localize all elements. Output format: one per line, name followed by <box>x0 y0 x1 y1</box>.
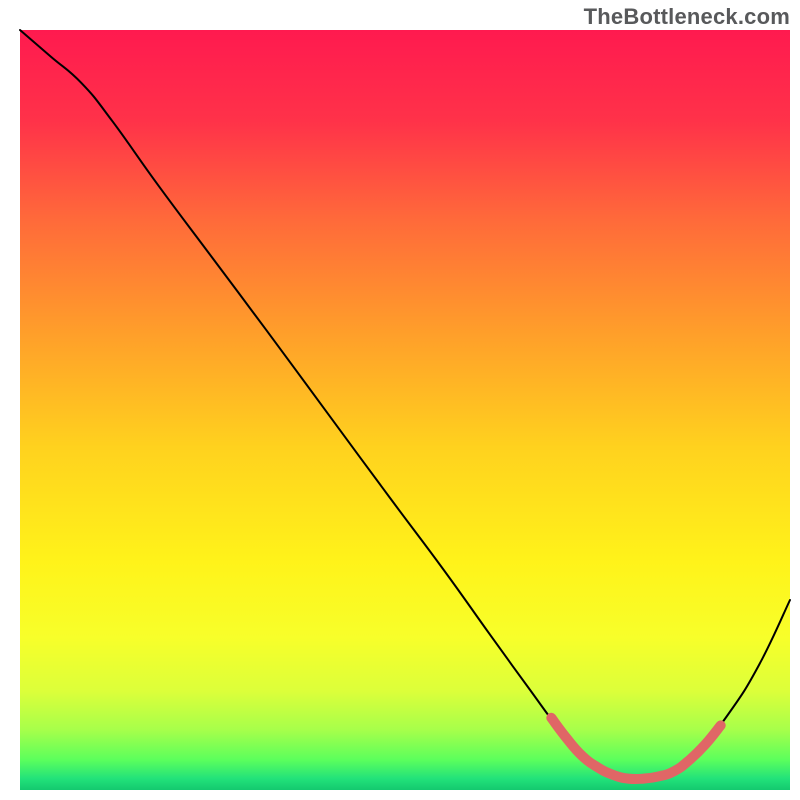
chart-container: TheBottleneck.com <box>0 0 800 800</box>
plot-background <box>20 30 790 790</box>
chart-svg <box>0 0 800 800</box>
